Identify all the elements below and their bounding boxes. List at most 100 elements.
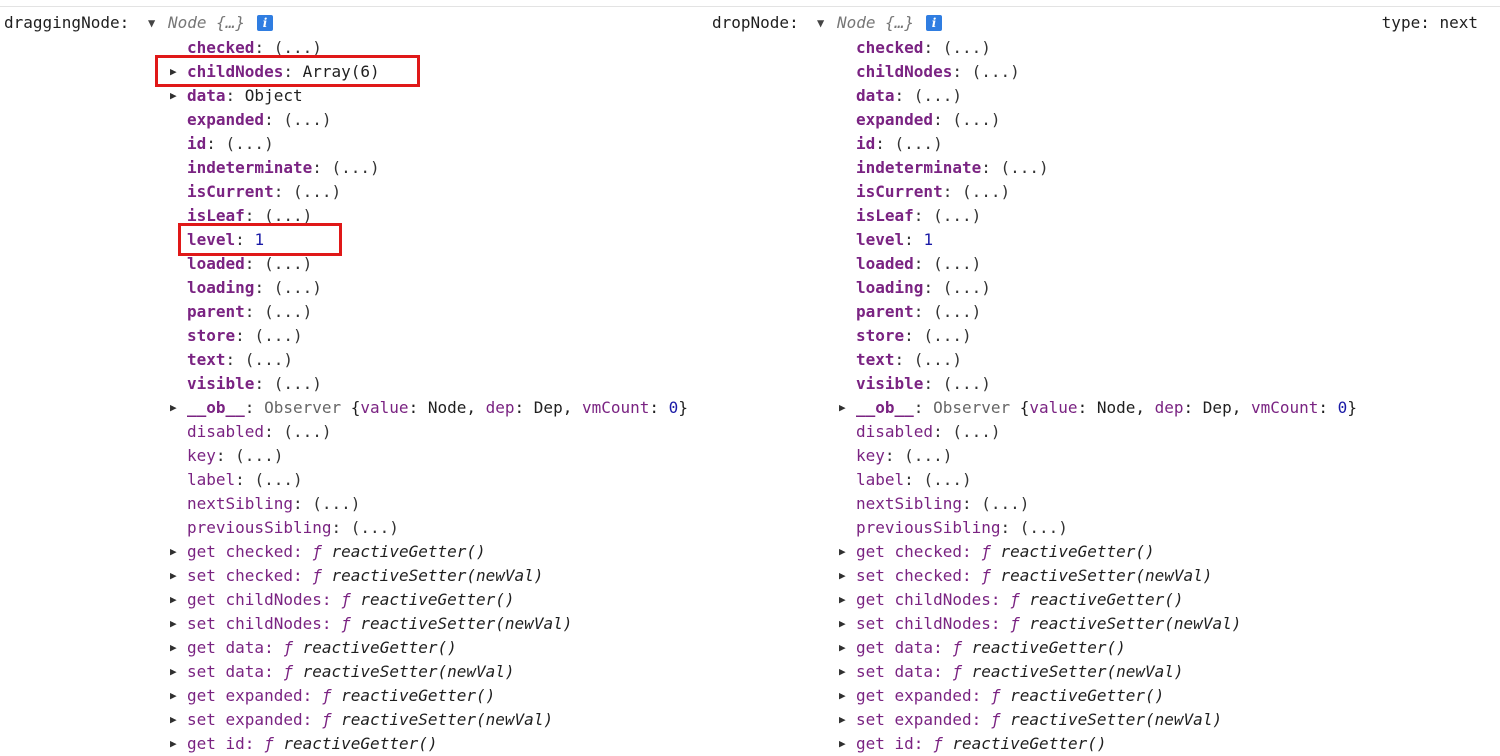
property-row[interactable]: key: (...) — [187, 444, 688, 468]
property-row[interactable]: loading: (...) — [187, 276, 688, 300]
property-row[interactable]: isLeaf: (...) — [856, 204, 1357, 228]
property-row[interactable]: isCurrent: (...) — [856, 180, 1357, 204]
accessor-row[interactable]: ▶ set checked: ƒ reactiveSetter(newVal) — [839, 564, 1357, 588]
expand-arrow-icon[interactable]: ▶ — [170, 564, 182, 588]
info-icon[interactable]: i — [926, 15, 942, 31]
function-icon: ƒ — [990, 686, 1001, 705]
property-row[interactable]: previousSibling: (...) — [856, 516, 1357, 540]
function-icon: ƒ — [952, 662, 962, 681]
accessor-list: ▶ get checked: ƒ reactiveGetter() ▶ set ch… — [839, 540, 1357, 756]
drop-node-summary[interactable]: Node {…} — [837, 12, 914, 34]
function-icon: ƒ — [990, 710, 1001, 729]
function-icon: ƒ — [981, 566, 991, 585]
expand-arrow-icon[interactable]: ▶ — [170, 84, 182, 108]
function-icon: ƒ — [1010, 614, 1020, 633]
property-row-observer[interactable]: ▶ __ob__: Observer {value: Node, dep: Dep… — [839, 396, 1357, 420]
highlight-level — [178, 223, 342, 256]
property-row[interactable]: nextSibling: (...) — [187, 492, 688, 516]
property-row[interactable]: expanded: (...) — [187, 108, 688, 132]
dragging-node-summary[interactable]: Node {…} — [168, 12, 245, 34]
accessor-row[interactable]: ▶ set expanded: ƒ reactiveSetter(newVal) — [839, 708, 1357, 732]
property-row-data[interactable]: ▶ data: Object — [170, 84, 688, 108]
accessor-list: ▶ get checked: ƒ reactiveGetter() ▶ set ch… — [170, 540, 688, 756]
property-row[interactable]: text: (...) — [856, 348, 1357, 372]
expand-arrow-icon[interactable]: ▶ — [839, 708, 851, 732]
collapse-arrow-icon[interactable]: ▼ — [148, 12, 155, 34]
property-row[interactable]: visible: (...) — [856, 372, 1357, 396]
property-row[interactable]: key: (...) — [856, 444, 1357, 468]
expand-arrow-icon[interactable]: ▶ — [170, 396, 182, 420]
function-icon: ƒ — [283, 662, 293, 681]
expand-arrow-icon[interactable]: ▶ — [839, 540, 851, 564]
property-row[interactable]: loaded: (...) — [856, 252, 1357, 276]
property-row-level: level: 1 — [856, 230, 934, 249]
property-row[interactable]: id: (...) — [187, 132, 688, 156]
accessor-row[interactable]: ▶ set expanded: ƒ reactiveSetter(newVal) — [170, 708, 688, 732]
accessor-row[interactable]: ▶ get id: ƒ reactiveGetter() — [839, 732, 1357, 756]
dragging-node-label: draggingNode: — [4, 13, 130, 32]
info-icon[interactable]: i — [257, 15, 273, 31]
property-row[interactable]: checked: (...) — [856, 36, 1357, 60]
property-row[interactable]: indeterminate: (...) — [856, 156, 1357, 180]
accessor-row[interactable]: ▶ get checked: ƒ reactiveGetter() — [839, 540, 1357, 564]
expand-arrow-icon[interactable]: ▶ — [839, 732, 851, 756]
expand-arrow-icon[interactable]: ▶ — [170, 660, 182, 684]
property-row[interactable]: text: (...) — [187, 348, 688, 372]
property-row[interactable]: loading: (...) — [856, 276, 1357, 300]
expand-arrow-icon[interactable]: ▶ — [170, 636, 182, 660]
function-icon: ƒ — [981, 542, 991, 561]
expand-arrow-icon[interactable]: ▶ — [839, 564, 851, 588]
property-row[interactable]: parent: (...) — [856, 300, 1357, 324]
accessor-row[interactable]: ▶ get checked: ƒ reactiveGetter() — [170, 540, 688, 564]
function-icon: ƒ — [952, 638, 962, 657]
function-icon: ƒ — [283, 638, 293, 657]
function-icon: ƒ — [933, 734, 943, 753]
expand-arrow-icon[interactable]: ▶ — [839, 684, 851, 708]
accessor-row[interactable]: ▶ set data: ƒ reactiveSetter(newVal) — [170, 660, 688, 684]
accessor-row[interactable]: ▶ set data: ƒ reactiveSetter(newVal) — [839, 660, 1357, 684]
property-row[interactable]: indeterminate: (...) — [187, 156, 688, 180]
property-row[interactable]: isCurrent: (...) — [187, 180, 688, 204]
property-row[interactable]: id: (...) — [856, 132, 1357, 156]
accessor-row[interactable]: ▶ get expanded: ƒ reactiveGetter() — [170, 684, 688, 708]
accessor-row[interactable]: ▶ get childNodes: ƒ reactiveGetter() — [170, 588, 688, 612]
expand-arrow-icon[interactable]: ▶ — [839, 636, 851, 660]
property-row-observer[interactable]: ▶ __ob__: Observer {value: Node, dep: Dep… — [170, 396, 688, 420]
accessor-row[interactable]: ▶ get childNodes: ƒ reactiveGetter() — [839, 588, 1357, 612]
property-row[interactable]: label: (...) — [856, 468, 1357, 492]
property-row[interactable]: parent: (...) — [187, 300, 688, 324]
property-row[interactable]: nextSibling: (...) — [856, 492, 1357, 516]
expand-arrow-icon[interactable]: ▶ — [839, 612, 851, 636]
accessor-row[interactable]: ▶ set childNodes: ƒ reactiveSetter(newVal… — [839, 612, 1357, 636]
property-row[interactable]: store: (...) — [187, 324, 688, 348]
function-icon: ƒ — [312, 542, 322, 561]
accessor-row[interactable]: ▶ get expanded: ƒ reactiveGetter() — [839, 684, 1357, 708]
expand-arrow-icon[interactable]: ▶ — [170, 612, 182, 636]
expand-arrow-icon[interactable]: ▶ — [170, 732, 182, 756]
accessor-row[interactable]: ▶ set childNodes: ƒ reactiveSetter(newVal… — [170, 612, 688, 636]
expand-arrow-icon[interactable]: ▶ — [839, 588, 851, 612]
collapse-arrow-icon[interactable]: ▼ — [817, 12, 824, 34]
expand-arrow-icon[interactable]: ▶ — [839, 660, 851, 684]
accessor-row[interactable]: ▶ get data: ƒ reactiveGetter() — [170, 636, 688, 660]
function-icon: ƒ — [321, 686, 332, 705]
accessor-row[interactable]: ▶ get id: ƒ reactiveGetter() — [170, 732, 688, 756]
accessor-row[interactable]: ▶ set checked: ƒ reactiveSetter(newVal) — [170, 564, 688, 588]
expand-arrow-icon[interactable]: ▶ — [170, 540, 182, 564]
function-icon: ƒ — [321, 710, 332, 729]
expand-arrow-icon[interactable]: ▶ — [170, 708, 182, 732]
property-row[interactable]: previousSibling: (...) — [187, 516, 688, 540]
accessor-row[interactable]: ▶ get data: ƒ reactiveGetter() — [839, 636, 1357, 660]
property-row[interactable]: data: (...) — [856, 84, 1357, 108]
property-row[interactable]: childNodes: (...) — [856, 60, 1357, 84]
property-row[interactable]: disabled: (...) — [856, 420, 1357, 444]
expand-arrow-icon[interactable]: ▶ — [170, 684, 182, 708]
property-row[interactable]: disabled: (...) — [187, 420, 688, 444]
property-row[interactable]: expanded: (...) — [856, 108, 1357, 132]
property-row[interactable]: label: (...) — [187, 468, 688, 492]
expand-arrow-icon[interactable]: ▶ — [170, 588, 182, 612]
property-row[interactable]: store: (...) — [856, 324, 1357, 348]
property-row[interactable]: visible: (...) — [187, 372, 688, 396]
drop-node-label: dropNode: — [712, 13, 799, 32]
expand-arrow-icon[interactable]: ▶ — [839, 396, 851, 420]
